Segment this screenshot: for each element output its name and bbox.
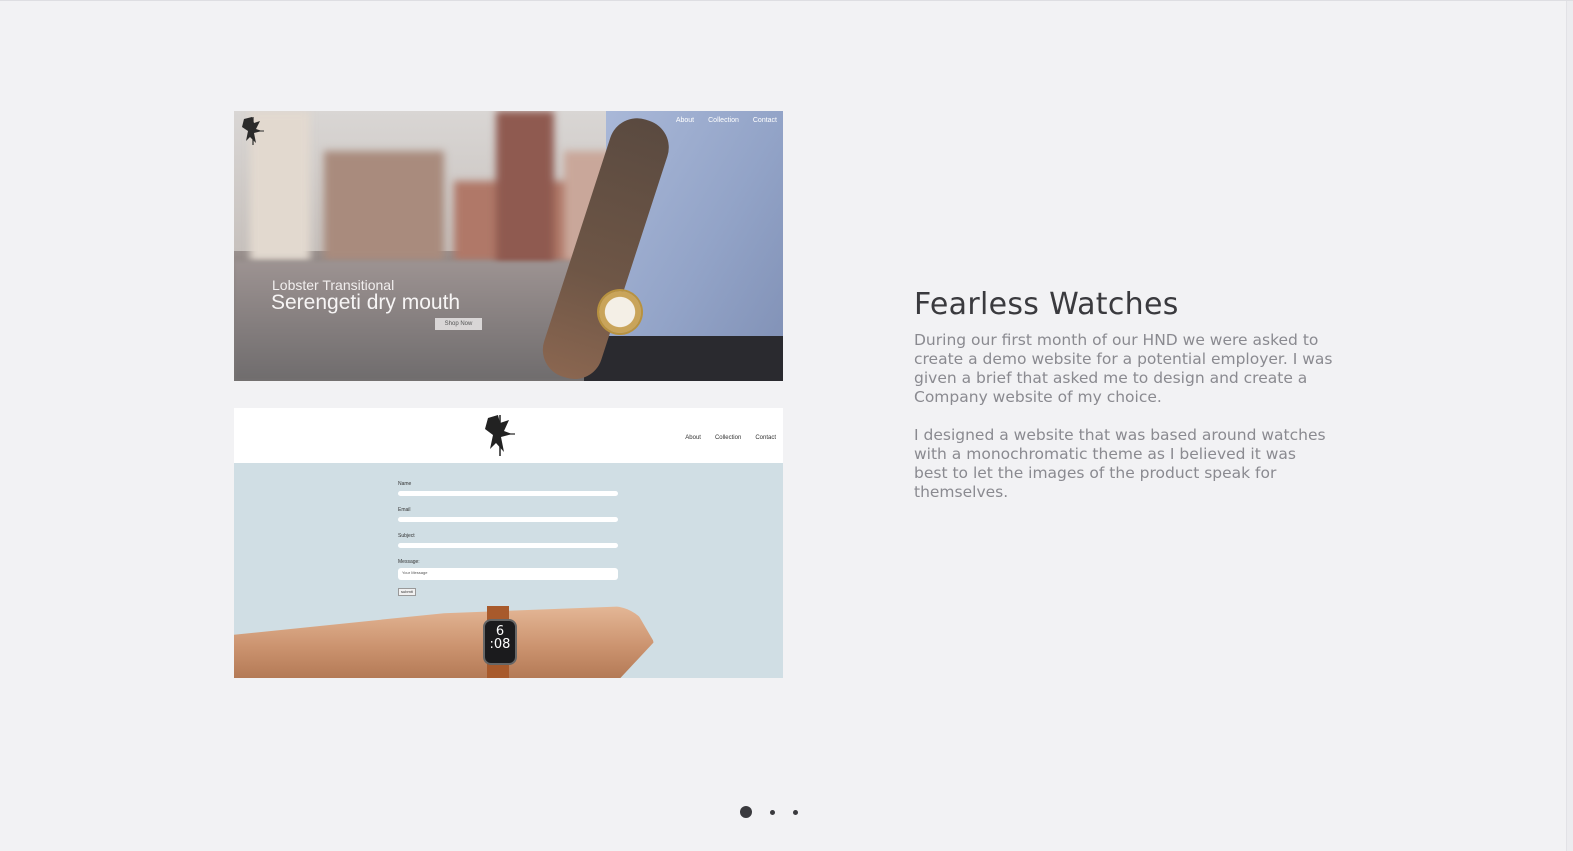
- hero-nav-contact: Contact: [752, 117, 777, 124]
- smartwatch-icon: 6 :08: [483, 619, 517, 665]
- form-label-message: Message:: [398, 559, 420, 565]
- pager-dot-3[interactable]: [793, 809, 798, 815]
- hero-title: Serengeti dry mouth: [271, 291, 461, 314]
- hero-nav: About Collection Contact: [676, 117, 777, 124]
- project-description-2: I designed a website that was based arou…: [914, 426, 1326, 501]
- pager-dot-2[interactable]: [770, 809, 775, 815]
- hero-watch-icon: [599, 291, 641, 333]
- hero-screenshot[interactable]: About Collection Contact Lobster Transit…: [234, 111, 783, 381]
- project-description-1: During our first month of our HND we wer…: [914, 331, 1333, 406]
- form-input-name: [398, 491, 618, 496]
- form-label-name: Name: [398, 481, 412, 487]
- watch-time-minute: :08: [489, 637, 511, 652]
- hero-building: [496, 111, 554, 271]
- lion-logo-icon: [242, 117, 264, 145]
- hero-pants: [584, 336, 783, 381]
- page: About Collection Contact Lobster Transit…: [0, 0, 1573, 851]
- hero-nav-collection: Collection: [708, 117, 739, 124]
- scrollbar[interactable]: [1566, 1, 1573, 851]
- form-input-subject: [398, 543, 618, 548]
- project-title: Fearless Watches: [914, 287, 1179, 322]
- contact-screenshot[interactable]: About Collection Contact Name Email Subj…: [234, 408, 783, 678]
- form-textarea-message: Your Message: [398, 568, 618, 580]
- pager-dot-1[interactable]: [740, 806, 752, 818]
- contact-nav: About Collection Contact: [685, 435, 776, 441]
- form-submit-button: submit: [398, 588, 416, 596]
- contact-arm: [234, 606, 654, 678]
- hero-nav-about: About: [675, 117, 695, 124]
- lion-logo-icon: [485, 415, 515, 456]
- hero-shop-now-button: Shop Now: [435, 318, 482, 330]
- contact-nav-collection: Collection: [714, 435, 742, 441]
- form-label-email: Email: [398, 507, 411, 513]
- contact-nav-about: About: [685, 435, 701, 441]
- slide-pager: [740, 806, 798, 818]
- contact-form: Name Email Subject Message: Your Message…: [398, 480, 620, 598]
- contact-nav-contact: Contact: [755, 435, 776, 441]
- form-label-subject: Subject: [398, 533, 415, 539]
- hero-building: [324, 151, 444, 261]
- form-input-email: [398, 517, 618, 522]
